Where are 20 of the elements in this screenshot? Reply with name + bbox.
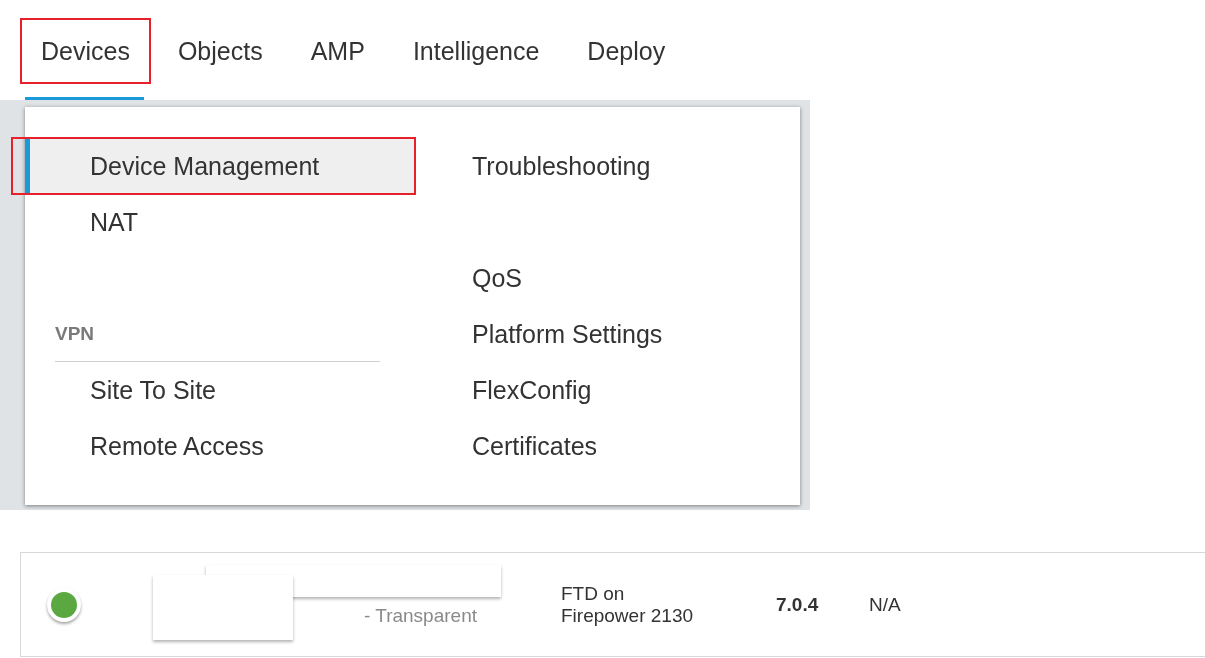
nav-tab[interactable]: Deploy <box>568 20 685 82</box>
menu-item[interactable]: Device Management <box>25 138 415 194</box>
menu-item[interactable]: Site To Site <box>25 362 415 418</box>
table-cell: N/A <box>869 593 901 615</box>
nav-tab[interactable]: AMP <box>291 20 384 82</box>
table-cell-text: Firepower 2130 <box>561 604 695 627</box>
menu-item[interactable]: NAT <box>25 194 415 250</box>
menu-item[interactable]: FlexConfig <box>415 362 800 418</box>
nav-tab[interactable]: Intelligence <box>393 20 559 82</box>
menu-item[interactable]: Troubleshooting <box>415 138 800 194</box>
table-cell-text: FTD on <box>561 582 626 605</box>
nav-tab[interactable]: Devices <box>22 20 149 82</box>
menu-item[interactable]: Remote Access <box>25 418 415 474</box>
table-cell: 7.0.4 <box>776 593 819 615</box>
menu-item[interactable]: QoS <box>415 250 800 306</box>
nav-tab[interactable]: Objects <box>158 20 282 82</box>
menu-item[interactable]: Certificates <box>415 418 800 474</box>
menu-section-header: VPN <box>55 322 95 345</box>
menu-item[interactable]: Platform Settings <box>415 306 800 362</box>
table-cell: - Transparent <box>364 605 477 627</box>
